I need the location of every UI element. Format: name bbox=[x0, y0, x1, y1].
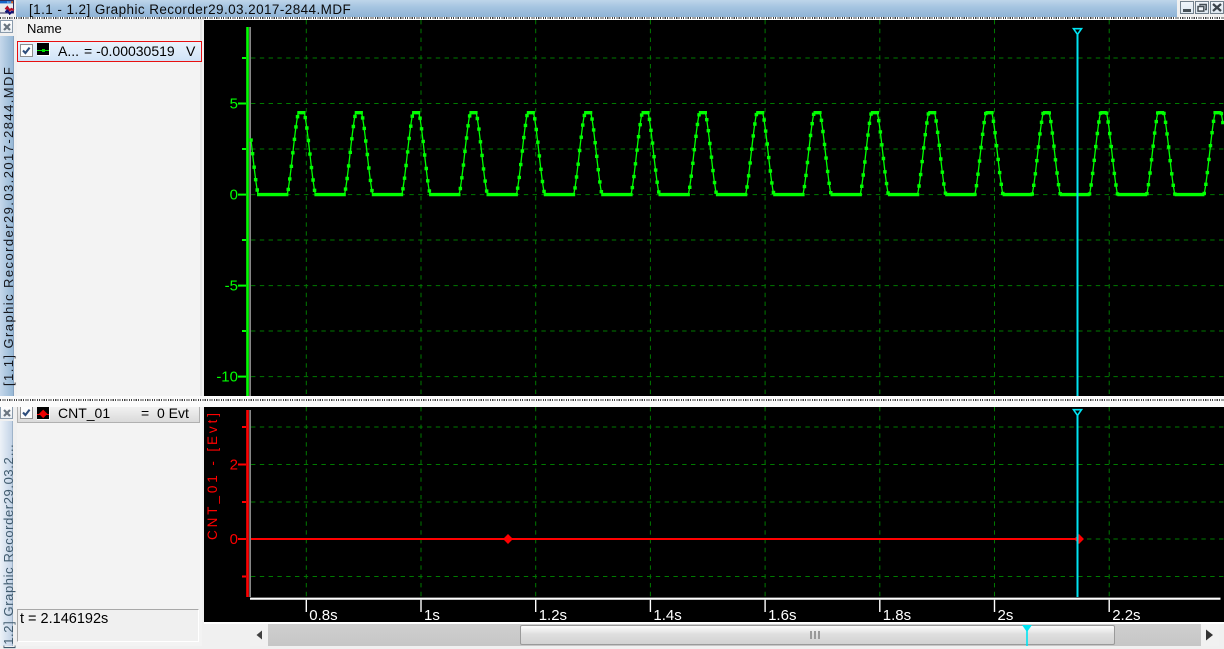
svg-text:1.8s: 1.8s bbox=[883, 607, 911, 622]
svg-text:2: 2 bbox=[230, 457, 238, 474]
svg-text:2.2s: 2.2s bbox=[1112, 607, 1140, 622]
svg-text:0: 0 bbox=[230, 531, 238, 548]
svg-text:2s: 2s bbox=[998, 607, 1014, 622]
svg-text:1.4s: 1.4s bbox=[653, 607, 681, 622]
svg-text:1s: 1s bbox=[424, 607, 440, 622]
svg-text:1.2s: 1.2s bbox=[539, 607, 567, 622]
svg-text:0: 0 bbox=[230, 187, 238, 204]
svg-text:-5: -5 bbox=[225, 278, 238, 295]
svg-text:5: 5 bbox=[230, 96, 238, 113]
svg-text:0.8s: 0.8s bbox=[309, 607, 337, 622]
svg-text:-10: -10 bbox=[216, 369, 238, 386]
svg-text:1.6s: 1.6s bbox=[768, 607, 796, 622]
